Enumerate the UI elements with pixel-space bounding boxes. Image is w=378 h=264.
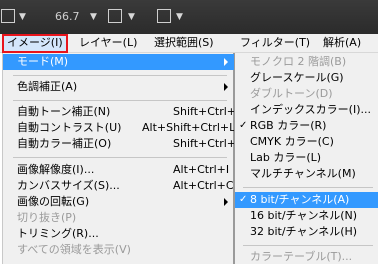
submenu-arrow-icon (224, 198, 228, 206)
menu-item-label: トリミング(R)... (17, 227, 99, 240)
submenu-arrow-icon (224, 58, 228, 66)
divider (13, 100, 227, 101)
menu-item-label: モード(M) (17, 55, 69, 68)
menu-item-auto-color[interactable]: 自動カラー補正(O) Shift+Ctrl+B (3, 136, 244, 152)
menu-item-label: カラーテーブル(T)... (250, 250, 353, 263)
menu-item-crop[interactable]: 切り抜き(P) (3, 210, 234, 226)
mode-grayscale[interactable]: グレースケール(G) (235, 70, 378, 86)
menu-item-label: 16 bit/チャンネル(N) (250, 209, 358, 222)
mode-bitmap[interactable]: モノクロ 2 階調(B) (235, 54, 378, 70)
mode-rgb[interactable]: ✓ RGB カラー(R) (235, 118, 378, 134)
shortcut: Alt+Ctrl+C (173, 179, 234, 192)
menu-item-label: CMYK カラー(C) (250, 135, 334, 148)
menu-item-label: すべての領域を表示(V) (17, 243, 131, 256)
arrange-documents-icon[interactable] (108, 9, 122, 23)
checkmark-icon: ✓ (239, 120, 248, 131)
checkmark-icon: ✓ (239, 194, 248, 205)
menu-item-reveal-all[interactable]: すべての領域を表示(V) (3, 242, 234, 258)
divider (13, 75, 227, 76)
divider (243, 245, 373, 246)
menu-item-label: グレースケール(G) (250, 71, 344, 84)
menu-analysis[interactable]: 解析(A) (323, 35, 361, 52)
menu-item-adjustments[interactable]: 色調補正(A) (3, 79, 234, 95)
mode-indexed-color[interactable]: インデックスカラー(I)... (235, 102, 378, 118)
divider (13, 157, 227, 158)
menu-item-label: Lab カラー(L) (250, 151, 322, 164)
menu-item-label: 切り抜き(P) (17, 211, 77, 224)
menu-item-canvas-size[interactable]: カンバスサイズ(S)... Alt+Ctrl+C (3, 178, 234, 194)
mode-cmyk[interactable]: CMYK カラー(C) (235, 134, 378, 150)
menu-select[interactable]: 選択範囲(S) (154, 35, 214, 52)
mode-submenu: モノクロ 2 階調(B) グレースケール(G) ダブルトーン(D) インデックス… (234, 53, 378, 264)
mode-duotone[interactable]: ダブルトーン(D) (235, 86, 378, 102)
image-menu: モード(M) 色調補正(A) 自動トーン補正(N) Shift+Ctrl+L 自… (2, 53, 244, 264)
menu-item-image-size[interactable]: 画像解像度(I)... Alt+Ctrl+I (3, 162, 234, 178)
menu-filter[interactable]: フィルター(T) (240, 35, 310, 52)
screen-mode-icon[interactable] (157, 9, 171, 23)
chevron-down-icon[interactable]: ▼ (128, 12, 135, 22)
menu-item-mode[interactable]: モード(M) (3, 54, 234, 70)
shortcut: Alt+Ctrl+I (173, 163, 230, 176)
menu-item-label: RGB カラー(R) (250, 119, 327, 132)
chevron-down-icon[interactable]: ▼ (19, 12, 26, 22)
menu-item-label: 画像の回転(G) (17, 195, 90, 208)
top-toolbar: ▼ 66.7 ▼ ▼ ▼ (0, 0, 378, 34)
menu-item-label: マルチチャンネル(M) (250, 167, 356, 180)
menu-item-label: 自動カラー補正(O) (17, 137, 112, 150)
mode-multichannel[interactable]: マルチチャンネル(M) (235, 166, 378, 182)
menu-item-auto-contrast[interactable]: 自動コントラスト(U) Alt+Shift+Ctrl+L (3, 120, 236, 136)
mode-16bit[interactable]: 16 bit/チャンネル(N) (235, 208, 378, 224)
menu-item-auto-tone[interactable]: 自動トーン補正(N) Shift+Ctrl+L (3, 104, 242, 120)
menu-item-label: モノクロ 2 階調(B) (250, 55, 347, 68)
mode-color-table[interactable]: カラーテーブル(T)... (235, 249, 378, 264)
chevron-down-icon[interactable]: ▼ (90, 12, 97, 22)
menu-item-label: インデックスカラー(I)... (250, 103, 371, 116)
chevron-down-icon[interactable]: ▼ (176, 12, 183, 22)
mode-lab[interactable]: Lab カラー(L) (235, 150, 378, 166)
mode-8bit[interactable]: ✓ 8 bit/チャンネル(A) (235, 192, 378, 208)
menu-item-label: ダブルトーン(D) (250, 87, 333, 100)
zoom-level[interactable]: 66.7 (55, 10, 80, 23)
shortcut: Shift+Ctrl+B (173, 137, 244, 150)
menu-item-trim[interactable]: トリミング(R)... (3, 226, 234, 242)
frame-icon[interactable] (1, 9, 15, 23)
menu-image[interactable]: イメージ(I) (2, 34, 68, 53)
menu-item-label: 画像解像度(I)... (17, 163, 95, 176)
menu-item-label: 自動コントラスト(U) (17, 121, 122, 134)
menu-item-label: 色調補正(A) (17, 80, 78, 93)
menu-item-rotation[interactable]: 画像の回転(G) (3, 194, 234, 210)
menu-layer[interactable]: レイヤー(L) (79, 35, 137, 52)
shortcut: Alt+Shift+Ctrl+L (142, 121, 236, 134)
menu-item-label: カンバスサイズ(S)... (17, 179, 120, 192)
menu-item-label: 自動トーン補正(N) (17, 105, 111, 118)
menu-item-label: 32 bit/チャンネル(H) (250, 225, 358, 238)
mode-32bit[interactable]: 32 bit/チャンネル(H) (235, 224, 378, 240)
shortcut: Shift+Ctrl+L (173, 105, 243, 118)
menu-bar: イメージ(I) レイヤー(L) 選択範囲(S) フィルター(T) 解析(A) (0, 34, 378, 53)
menu-item-label: 8 bit/チャンネル(A) (250, 193, 350, 206)
submenu-arrow-icon (224, 83, 228, 91)
divider (243, 187, 373, 188)
